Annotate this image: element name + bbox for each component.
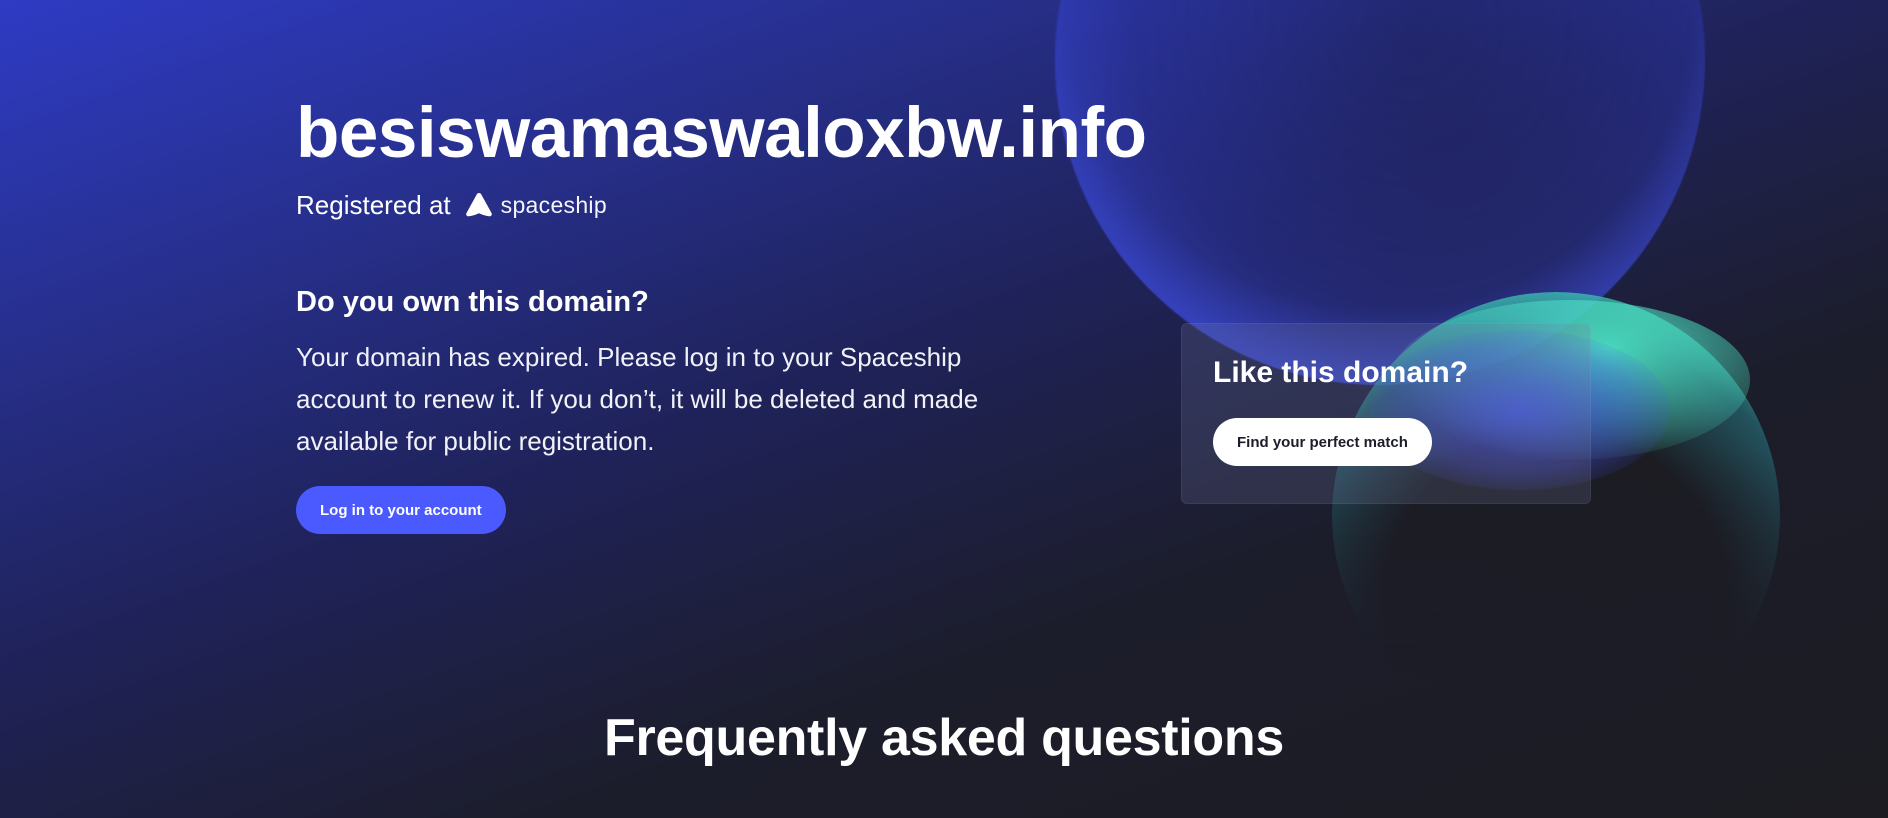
registrar-line: Registered at spaceship — [296, 190, 1096, 220]
like-domain-card: Like this domain? Find your perfect matc… — [1181, 323, 1591, 504]
own-domain-heading: Do you own this domain? — [296, 286, 649, 318]
spaceship-brand-name: spaceship — [500, 192, 607, 218]
expired-notice-text: Your domain has expired. Please log in t… — [296, 342, 979, 456]
spaceship-logo-icon — [465, 193, 492, 217]
like-domain-title: Like this domain? — [1213, 356, 1469, 389]
registered-at-label: Registered at — [296, 190, 451, 220]
login-button[interactable]: Log in to your account — [296, 486, 506, 534]
faq-heading: Frequently asked questions — [604, 709, 1284, 767]
domain-name-title: besiswamaswaloxbw.info — [296, 94, 1147, 173]
spaceship-brand-link[interactable]: spaceship — [465, 190, 607, 220]
hero-section: besiswamaswaloxbw.info Registered at spa… — [296, 92, 1147, 534]
find-match-button[interactable]: Find your perfect match — [1213, 418, 1432, 466]
